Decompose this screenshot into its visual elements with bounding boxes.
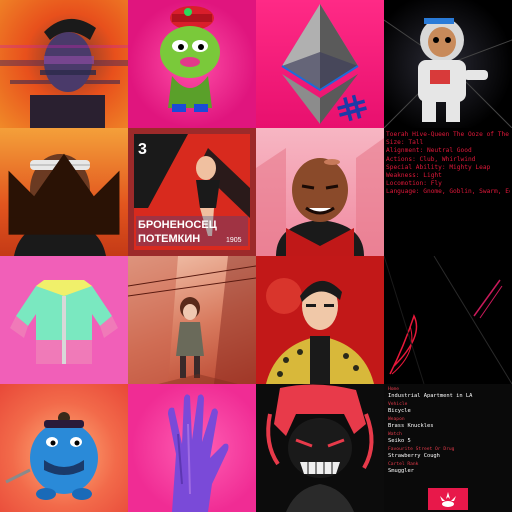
lore-language: Language: Gnome, Goblin, Swarm, Ecira, P…	[386, 188, 510, 196]
character-card-panel: Home Industrial Apartment in LA Vehicle …	[384, 384, 512, 512]
gallery-tile-abstract-lines[interactable]	[384, 256, 512, 384]
character-lore-panel: Toerah Hive-Queen The Ooze of The Swamp …	[384, 128, 512, 256]
abstract-red-lines-icon	[384, 256, 512, 384]
vintage-poster-icon: 3 БРОНЕНОСЕЦ ПОТЕМКИН 1905	[134, 134, 250, 250]
gallery-tile-anime-man[interactable]	[256, 256, 384, 384]
astronaut-skeleton-icon	[384, 18, 512, 128]
card-field-value: Seiko 5	[388, 438, 411, 444]
jacket-icon	[10, 280, 118, 364]
card-field-value: Industrial Apartment in LA	[388, 393, 473, 399]
gallery-tile-glitch-portrait[interactable]	[0, 0, 128, 128]
gallery-tile-green-character[interactable]	[128, 0, 256, 128]
card-field-vehicle: Vehicle Bicycle	[388, 402, 508, 415]
gallery-tile-purple-hand[interactable]	[128, 384, 256, 512]
gallery-tile-headband-man[interactable]	[0, 128, 128, 256]
card-field-home: Home Industrial Apartment in LA	[388, 387, 508, 400]
poster-number: 3	[138, 141, 147, 158]
lore-special-ability: Special Ability: Mighty Leap	[386, 163, 491, 171]
blue-monster-icon	[5, 412, 98, 500]
poster-title-line-2: ПОТЕМКИН	[138, 233, 200, 245]
gallery-tile-anime-street[interactable]	[128, 256, 256, 384]
glitch-portrait-icon	[0, 18, 128, 128]
gallery-tile-astronaut[interactable]	[384, 0, 512, 128]
card-field-value: Brass Knuckles	[388, 423, 434, 429]
anime-man-leopard-jacket-icon	[266, 278, 374, 384]
lore-actions: Actions: Club, Whirlwind	[386, 155, 476, 163]
lore-size: Size: Tall	[386, 139, 424, 147]
poster-year: 1905	[226, 237, 242, 244]
lore-weakness: Weakness: Light	[386, 172, 442, 180]
purple-hand-icon	[168, 394, 229, 512]
card-field-watch: Watch Seiko 5	[388, 432, 508, 445]
lore-alignment: Alignment: Neutral Good	[386, 147, 472, 155]
card-field-weapon: Weapon Brass Knuckles	[388, 417, 508, 430]
nft-gallery-grid: 3 БРОНЕНОСЕЦ ПОТЕМКИН 1905 Toerah Hive-Q…	[0, 0, 512, 512]
anime-girl-street-icon	[128, 256, 256, 384]
bald-cartoon-man-icon	[256, 138, 384, 256]
gallery-tile-dreadlock-monster[interactable]	[256, 384, 384, 512]
card-field-cartel-rank: Cartel Rank Smuggler	[388, 462, 508, 475]
gallery-tile-ethereum[interactable]	[256, 0, 384, 128]
gallery-tile-jacket[interactable]	[0, 256, 128, 384]
card-field-value: Strawberry Cough	[388, 453, 440, 459]
poster-title-line-1: БРОНЕНОСЕЦ	[138, 219, 217, 231]
lore-title: Toerah Hive-Queen The Ooze of The Swamp	[386, 131, 510, 138]
card-field-favourite: Favourite Street Or Drug Strawberry Coug…	[388, 447, 508, 460]
hashtag-icon	[337, 94, 367, 122]
dreadlock-monster-icon	[266, 384, 374, 512]
claw-logo-icon	[428, 488, 468, 510]
gallery-tile-blue-monster[interactable]	[0, 384, 128, 512]
card-field-value: Smuggler	[388, 468, 414, 474]
card-field-value: Bicycle	[388, 408, 411, 414]
lore-locomotion: Locomotion: Fly	[386, 180, 442, 188]
crown-icon	[8, 153, 120, 235]
gallery-tile-vintage-poster[interactable]: 3 БРОНЕНОСЕЦ ПОТЕМКИН 1905	[128, 128, 256, 256]
gallery-tile-bald-cartoon[interactable]	[256, 128, 384, 256]
green-cartoon-character-icon	[160, 6, 220, 112]
